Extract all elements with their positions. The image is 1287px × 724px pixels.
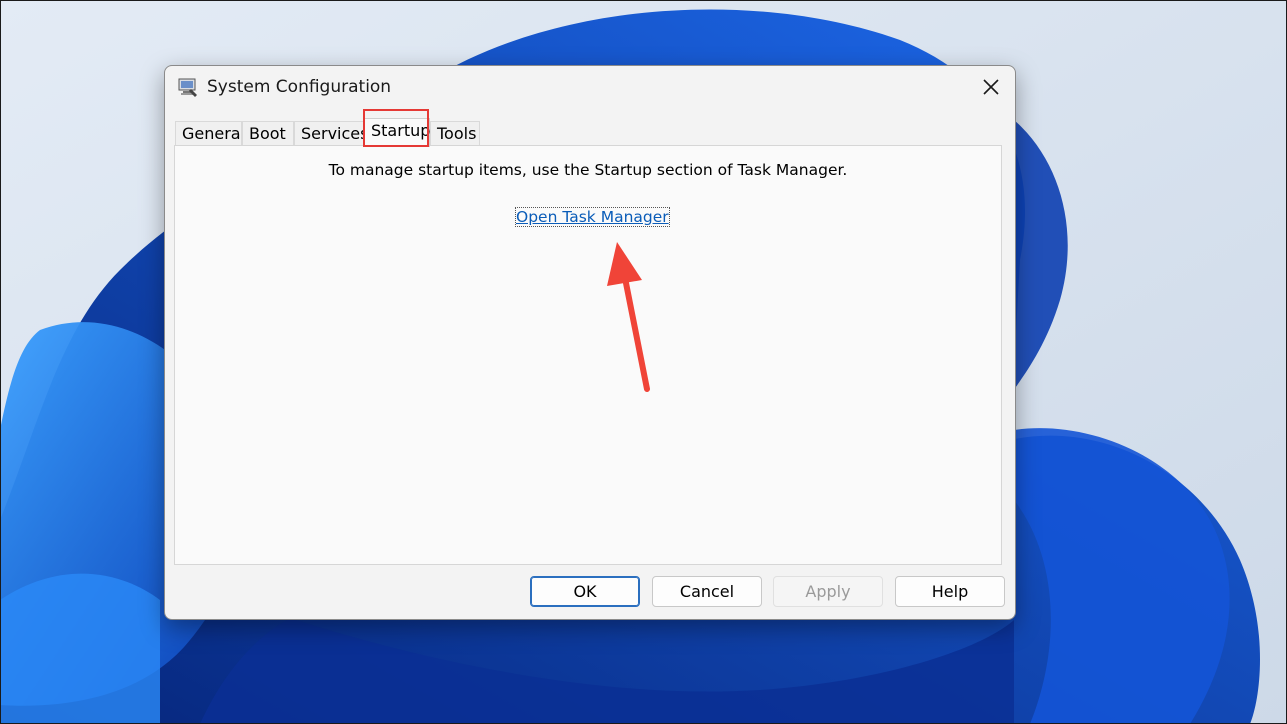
close-button[interactable] bbox=[967, 66, 1015, 108]
close-icon bbox=[983, 79, 999, 95]
ok-button[interactable]: OK bbox=[530, 576, 640, 607]
tab-startup[interactable]: Startup bbox=[364, 118, 430, 147]
open-task-manager-link[interactable]: Open Task Manager bbox=[515, 207, 670, 227]
window-title: System Configuration bbox=[207, 77, 392, 97]
help-button[interactable]: Help bbox=[895, 576, 1005, 607]
tab-services[interactable]: Services bbox=[294, 121, 368, 146]
startup-info-text: To manage startup items, use the Startup… bbox=[328, 161, 848, 179]
apply-button[interactable]: Apply bbox=[773, 576, 883, 607]
startup-panel: To manage startup items, use the Startup… bbox=[174, 145, 1002, 565]
tab-tools[interactable]: Tools bbox=[430, 121, 480, 146]
tab-boot[interactable]: Boot bbox=[242, 121, 294, 146]
system-configuration-dialog: System Configuration General Boot Servic… bbox=[164, 65, 1016, 620]
tab-general[interactable]: General bbox=[175, 121, 245, 146]
cancel-button[interactable]: Cancel bbox=[652, 576, 762, 607]
system-configuration-icon bbox=[178, 78, 197, 97]
title-bar[interactable]: System Configuration bbox=[165, 66, 1015, 108]
